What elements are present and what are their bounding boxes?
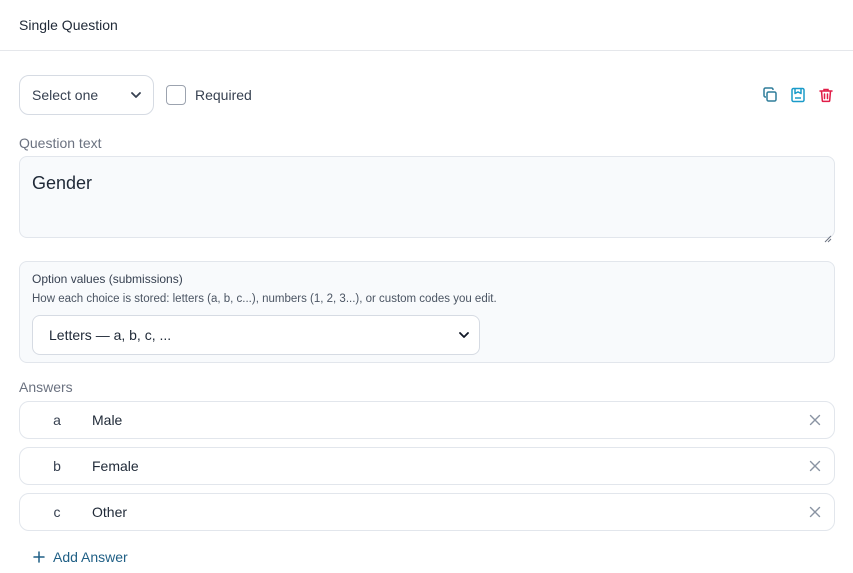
trash-icon[interactable] (817, 87, 834, 104)
answer-value-input[interactable]: Female (92, 458, 808, 474)
chevron-down-icon (459, 330, 469, 340)
answer-key: c (53, 504, 61, 520)
question-type-value: Select one (32, 87, 99, 103)
plus-icon (33, 551, 45, 563)
answer-value-input[interactable]: Male (92, 412, 808, 428)
answer-row: a Male (19, 401, 835, 439)
copy-icon[interactable] (761, 87, 778, 104)
option-values-title: Option values (submissions) (32, 272, 183, 286)
answer-value-input[interactable]: Other (92, 504, 808, 520)
question-text-value: Gender (32, 173, 93, 193)
question-type-select[interactable]: Select one (19, 75, 154, 115)
answer-row: b Female (19, 447, 835, 485)
required-checkbox[interactable] (166, 85, 186, 105)
add-answer-button[interactable]: Add Answer (33, 549, 128, 565)
answer-key: b (53, 458, 61, 474)
close-icon[interactable] (808, 505, 822, 519)
question-toolbar: Select one Required (19, 75, 834, 115)
save-icon[interactable] (789, 87, 806, 104)
question-text-input[interactable]: Gender (19, 156, 835, 243)
editor-header: Single Question (0, 0, 853, 51)
close-icon[interactable] (808, 459, 822, 473)
required-label: Required (195, 87, 252, 103)
add-answer-label: Add Answer (53, 549, 128, 565)
question-actions (761, 87, 834, 104)
question-text-label: Question text (19, 135, 102, 151)
close-icon[interactable] (808, 413, 822, 427)
resize-handle-icon[interactable] (824, 227, 832, 243)
option-values-select-value: Letters — a, b, c, ... (49, 327, 172, 343)
option-values-select[interactable]: Letters — a, b, c, ... (32, 315, 480, 355)
header-title: Single Question (19, 17, 118, 33)
option-values-help: How each choice is stored: letters (a, b… (32, 293, 497, 305)
answers-label: Answers (19, 379, 73, 395)
question-editor: Select one Required Question text Gender (0, 75, 853, 568)
option-values-panel: Option values (submissions) How each cho… (19, 261, 835, 363)
chevron-down-icon (131, 90, 141, 100)
answer-row: c Other (19, 493, 835, 531)
answer-key: a (53, 412, 61, 428)
required-toggle[interactable]: Required (166, 85, 252, 105)
